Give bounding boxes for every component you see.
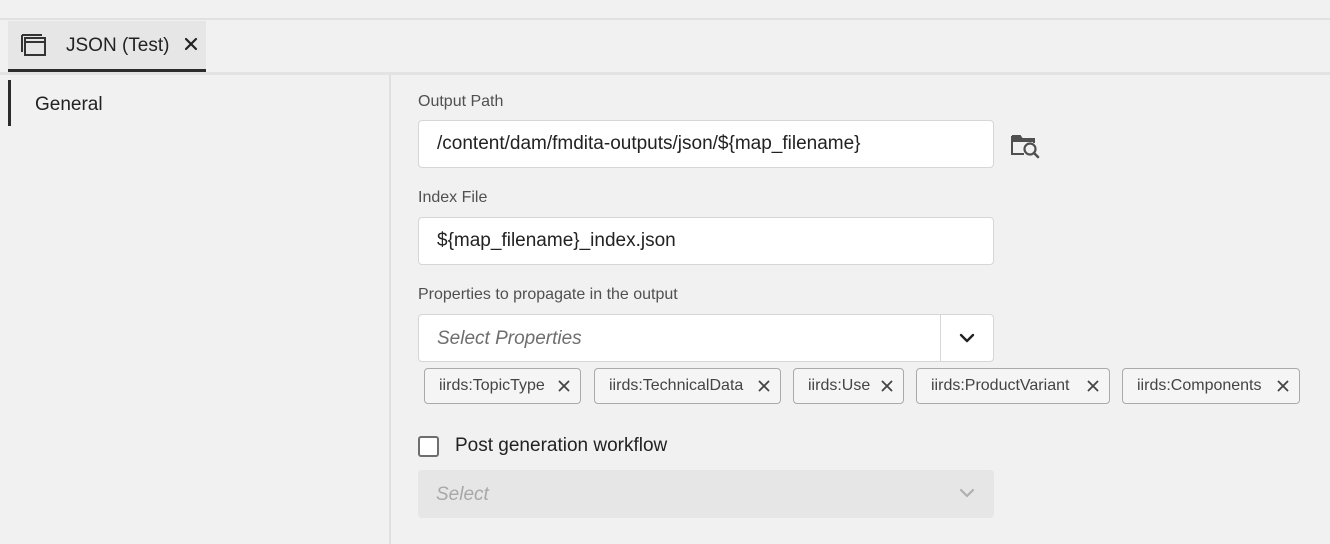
index-file-label: Index File xyxy=(418,189,488,206)
post-generation-checkbox[interactable] xyxy=(418,436,439,457)
sidebar-item-label: General xyxy=(35,94,103,115)
property-tag: iirds:Components xyxy=(1122,368,1300,404)
top-strip xyxy=(0,0,1330,20)
chevron-down-icon xyxy=(959,333,975,343)
properties-label: Properties to propagate in the output xyxy=(418,286,678,303)
sidebar-item-general[interactable]: General xyxy=(8,80,378,126)
folder-search-icon[interactable] xyxy=(1010,131,1040,159)
output-path-label: Output Path xyxy=(418,93,504,110)
property-tag: iirds:TopicType xyxy=(424,368,581,404)
close-icon[interactable] xyxy=(1275,378,1291,394)
tag-label: iirds:Components xyxy=(1137,377,1262,394)
chevron-down-icon xyxy=(958,486,976,500)
close-icon[interactable] xyxy=(1085,378,1101,394)
properties-placeholder: Select Properties xyxy=(437,328,582,349)
tag-label: iirds:TopicType xyxy=(439,377,545,394)
close-icon[interactable] xyxy=(556,378,572,394)
property-tag: iirds:TechnicalData xyxy=(594,368,781,404)
workflow-select: Select xyxy=(418,470,994,518)
output-path-input[interactable]: /content/dam/fmdita-outputs/json/${map_f… xyxy=(418,120,994,168)
post-generation-label: Post generation workflow xyxy=(455,435,668,456)
tag-label: iirds:Use xyxy=(808,377,871,394)
index-file-input[interactable]: ${map_filename}_index.json xyxy=(418,217,994,265)
tab-json-test[interactable]: JSON (Test) xyxy=(8,21,206,72)
workflow-select-placeholder: Select xyxy=(436,484,489,505)
property-tag: iirds:ProductVariant xyxy=(916,368,1110,404)
window-icon xyxy=(21,33,47,57)
tag-label: iirds:ProductVariant xyxy=(931,377,1070,394)
tab-label: JSON (Test) xyxy=(66,35,170,56)
properties-dropdown-button[interactable] xyxy=(940,315,993,361)
property-tag: iirds:Use xyxy=(793,368,904,404)
properties-combobox[interactable]: Select Properties xyxy=(418,314,994,362)
sidebar: General xyxy=(0,75,391,544)
close-icon[interactable] xyxy=(756,378,772,394)
close-icon[interactable] xyxy=(180,33,202,55)
close-icon[interactable] xyxy=(879,378,895,394)
tag-label: iirds:TechnicalData xyxy=(609,377,744,394)
